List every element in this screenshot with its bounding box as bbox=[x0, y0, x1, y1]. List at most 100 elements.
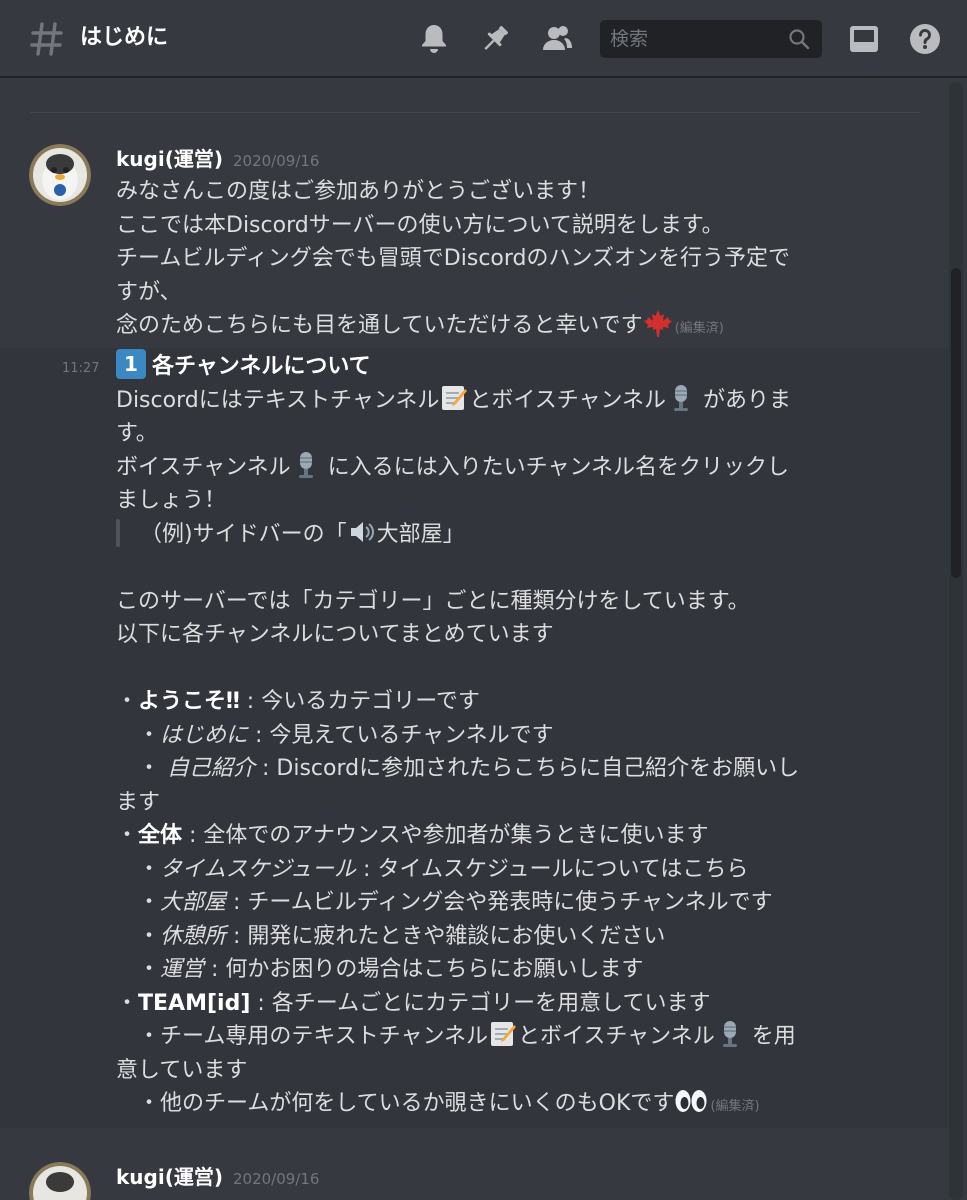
text-run: : 何かお困りの場合はこちらにお願いします bbox=[204, 957, 644, 982]
text-run: Discordにはテキストチャンネル bbox=[116, 387, 440, 413]
bullet: ・ bbox=[116, 856, 161, 882]
text-run: 大部屋」 bbox=[376, 521, 465, 547]
author-name[interactable]: kugi(運営) bbox=[116, 1165, 223, 1189]
blockquote: （例)サイドバーの「 大部屋」 bbox=[116, 518, 876, 552]
list-item: ・全体 : 全体でのアナウンスや参加者が集うときに使います bbox=[116, 819, 876, 853]
inbox-icon[interactable] bbox=[847, 22, 881, 56]
text-run: ・チーム専用のテキストチャンネル bbox=[116, 1024, 489, 1049]
message-line: すが、 bbox=[116, 279, 182, 305]
section-title: 1 各チャンネルについて bbox=[116, 349, 876, 384]
message-timestamp[interactable]: 2020/09/16 bbox=[233, 1170, 319, 1188]
bell-icon[interactable] bbox=[417, 22, 451, 56]
message-line: 以下に各チャンネルについてまとめています bbox=[116, 622, 554, 647]
scrollbar-track[interactable] bbox=[949, 82, 963, 1200]
channel-name-italic: 休憩所 bbox=[160, 923, 227, 949]
message-line: ましょう！ bbox=[116, 488, 227, 513]
message-line: ここでは本Discordサーバーの使い方について説明をします。 bbox=[116, 212, 724, 238]
message-content: 1 各チャンネルについて Discordにはテキストチャンネル とボイスチャンネル … bbox=[116, 349, 876, 1121]
message-line: 意しています bbox=[116, 1057, 248, 1083]
list-item: ・ようこそ‼ : 今いるカテゴリーです bbox=[116, 685, 876, 719]
bullet: ・ bbox=[116, 823, 139, 848]
text-run: : 各チームごとにカテゴリーを用意しています bbox=[250, 990, 711, 1016]
message-header: kugi(運営) 2020/09/16 bbox=[116, 1162, 319, 1194]
avatar[interactable] bbox=[29, 144, 91, 206]
list-item: ・休憩所 : 開発に疲れたときや雑談にお使いください bbox=[116, 920, 876, 954]
bullet: ・ bbox=[116, 990, 139, 1016]
text-run: ・他のチームが何をしているか覗きにいくのもOKです bbox=[116, 1091, 675, 1116]
message-line-text: 念のためこちらにも目を通していただけると幸いです bbox=[116, 313, 643, 338]
category-name: TEAM[id] bbox=[138, 990, 251, 1016]
category-name: ようこそ‼ bbox=[138, 689, 240, 714]
message-line: す。 bbox=[116, 421, 158, 446]
text-run: を用 bbox=[744, 1024, 796, 1049]
message-line: Discordにはテキストチャンネル とボイスチャンネル がありま bbox=[116, 384, 876, 418]
list-item: ・運営 : 何かお困りの場合はこちらにお願いします bbox=[116, 953, 876, 987]
bullet: ・ bbox=[116, 689, 139, 714]
text-run: : 開発に疲れたときや雑談にお使いください bbox=[226, 923, 666, 949]
list-item: ・ 自己紹介 : Discordに参加されたらこちらに自己紹介をお願いし bbox=[116, 752, 876, 786]
list-item: ・他のチームが何をしているか覗きにいくのもOKです (編集済) bbox=[116, 1087, 876, 1121]
message-content: みなさんこの度はご参加ありがとうございます！ ここでは本Discordサーバーの… bbox=[116, 175, 876, 343]
hover-timestamp[interactable]: 11:27 bbox=[62, 360, 99, 378]
channel-name-italic: タイムスケジュール bbox=[160, 856, 357, 882]
text-run: とボイスチャンネル bbox=[518, 1024, 715, 1049]
list-item: ・チーム専用のテキストチャンネル とボイスチャンネル を用 bbox=[116, 1020, 876, 1054]
penguin-avatar-image bbox=[29, 1162, 91, 1200]
text-run: : Discordに参加されたらこちらに自己紹介をお願いし bbox=[255, 756, 800, 781]
message-header: kugi(運営) 2020/09/16 bbox=[116, 144, 319, 176]
message-timestamp[interactable]: 2020/09/16 bbox=[233, 152, 319, 170]
list-item: ・大部屋 : チームビルディング会や発表時に使うチャンネルです bbox=[116, 886, 876, 920]
list-item: ・タイムスケジュール : タイムスケジュールについてはこちら bbox=[116, 853, 876, 887]
bullet: ・ bbox=[116, 756, 167, 781]
channel-title: はじめに bbox=[80, 25, 169, 50]
message-line: みなさんこの度はご参加ありがとうございます！ bbox=[116, 179, 601, 204]
message-line: ボイスチャンネル に入るには入りたいチャンネル名をクリックし bbox=[116, 451, 876, 485]
eyes-icon bbox=[675, 1090, 707, 1112]
text-run: がありま bbox=[696, 387, 792, 413]
author-name[interactable]: kugi(運営) bbox=[116, 147, 223, 171]
text-run: : 今いるカテゴリーです bbox=[239, 689, 480, 714]
text-run: : 全体でのアナウンスや参加者が集うときに使います bbox=[182, 823, 709, 848]
message-line: このサーバーでは「カテゴリー」ごとに種類分けをしています。 bbox=[116, 588, 750, 614]
message-line: 念のためこちらにも目を通していただけると幸いです (編集済) bbox=[116, 309, 876, 343]
text-run: : タイムスケジュールについてはこちら bbox=[356, 856, 749, 882]
channel-name-italic: 大部屋 bbox=[160, 890, 227, 915]
search-placeholder: 検索 bbox=[610, 28, 649, 50]
edited-label: (編集済) bbox=[710, 1099, 760, 1114]
avatar[interactable] bbox=[29, 1162, 91, 1200]
help-icon[interactable] bbox=[908, 22, 942, 56]
bullet: ・ bbox=[116, 957, 161, 982]
search-icon bbox=[789, 29, 810, 50]
penguin-avatar-image bbox=[29, 144, 91, 206]
list-item: ・TEAM[id] : 各チームごとにカテゴリーを用意しています bbox=[116, 987, 876, 1021]
scrollbar-thumb[interactable] bbox=[951, 268, 961, 578]
channel-name-italic: 自己紹介 bbox=[167, 756, 256, 781]
section-title-text: 各チャンネルについて bbox=[152, 354, 371, 379]
microphone-icon bbox=[722, 1021, 737, 1047]
text-run: ボイスチャンネル bbox=[116, 454, 291, 480]
search-input[interactable]: 検索 bbox=[600, 20, 822, 58]
keycap-one-icon: 1 bbox=[116, 349, 146, 379]
channel-header: はじめに 検索 bbox=[0, 0, 967, 78]
bullet: ・ bbox=[116, 923, 161, 949]
hash-icon bbox=[30, 22, 63, 56]
memo-icon bbox=[491, 1022, 517, 1046]
speaker-icon bbox=[350, 521, 374, 542]
members-icon[interactable] bbox=[540, 22, 574, 56]
bullet: ・ bbox=[116, 722, 161, 748]
message-line: チームビルディング会でも冒頭でDiscordのハンズオンを行う予定で bbox=[116, 246, 791, 271]
microphone-icon bbox=[674, 384, 689, 411]
text-run: : 今見えているチャンネルです bbox=[248, 722, 554, 748]
memo-icon bbox=[442, 385, 468, 410]
quote-bar bbox=[116, 518, 120, 547]
category-name: 全体 bbox=[138, 823, 183, 848]
text-run: に入るには入りたいチャンネル名をクリックし bbox=[320, 454, 790, 480]
pin-icon[interactable] bbox=[478, 22, 512, 56]
text-run: とボイスチャンネル bbox=[469, 387, 667, 413]
channel-name-italic: はじめに bbox=[160, 722, 249, 748]
text-run: : チームビルディング会や発表時に使うチャンネルです bbox=[226, 890, 773, 915]
maple-leaf-icon bbox=[643, 310, 672, 337]
message-divider bbox=[30, 112, 920, 113]
